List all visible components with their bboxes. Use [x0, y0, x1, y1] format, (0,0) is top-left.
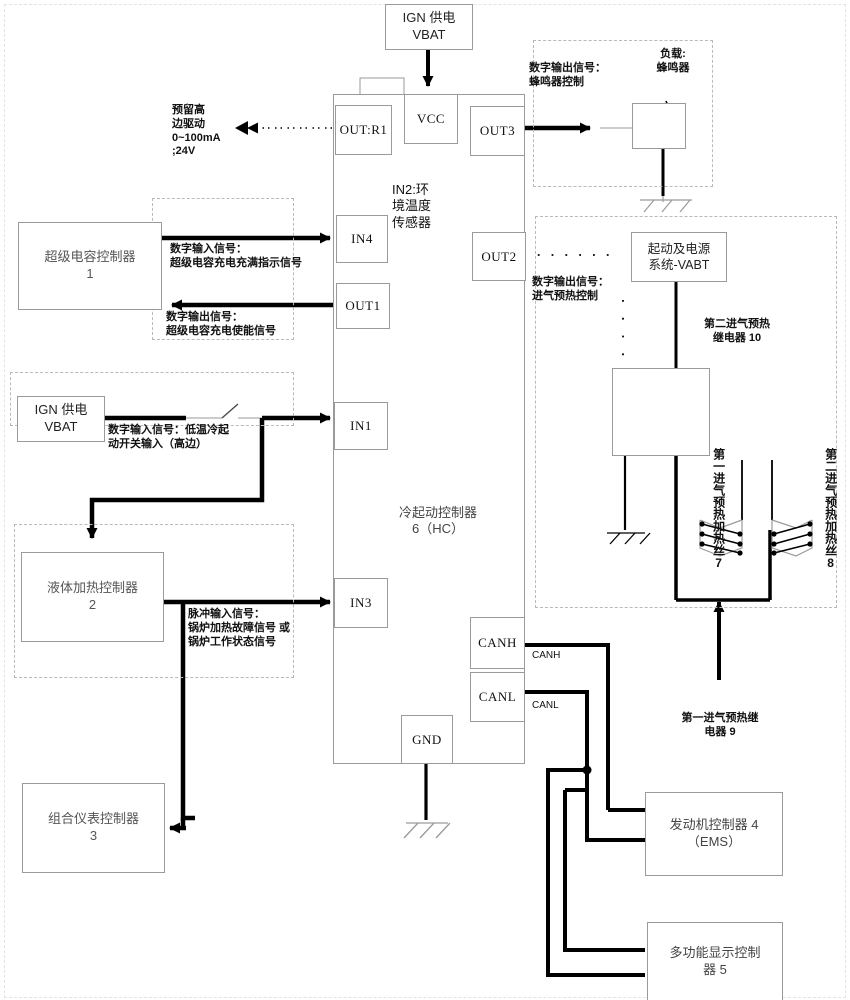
port-in1[interactable]: IN1 [334, 402, 388, 450]
ambient-temp-sensor-note: IN2:环 境温度 传感器 [392, 182, 432, 230]
port-canh[interactable]: CANH [470, 617, 525, 669]
label-buzzer-signal: 数字输出信号： 蜂鸣器控制 [529, 62, 606, 88]
port-out-r1[interactable]: OUT:R1 [335, 105, 392, 155]
label-preheat-output-signal: 数字输出信号： 进气预热控制 [532, 276, 609, 302]
block-ign-top[interactable]: IGN 供电 VBAT [385, 4, 473, 50]
block-cluster-controller[interactable]: 组合仪表控制器 3 [22, 783, 165, 873]
label-boiler-pulse-signal: 脉冲输入信号： 锅炉加热故障信号 或 锅炉工作状态信号 [188, 608, 291, 648]
label-canl-wire: CANL [532, 700, 559, 711]
port-in4[interactable]: IN4 [336, 215, 388, 263]
port-out2[interactable]: OUT2 [472, 232, 526, 281]
port-out1[interactable]: OUT1 [336, 283, 390, 329]
controller-title: 冷起动控制器 6（HC） [398, 505, 477, 537]
label-relay-10: 第二进气预热 继电器 10 [704, 318, 770, 344]
label-heater-7: 第一进气预热加热丝7 [711, 448, 726, 570]
diagram-canvas: OUT:R1 VCC OUT3 IN4 OUT1 OUT2 IN1 IN3 CA… [0, 0, 850, 1000]
block-liquid-heater-controller[interactable]: 液体加热控制器 2 [21, 552, 164, 642]
port-gnd[interactable]: GND [401, 715, 453, 764]
label-supercap-input-signal: 数字输入信号： 超级电容充电充满指示信号 [170, 243, 302, 269]
label-heater-8: 第二进气预热加热丝8 [823, 448, 838, 570]
block-ign-left[interactable]: IGN 供电 VBAT [17, 396, 105, 442]
label-supercap-output-signal: 数字输出信号： 超级电容充电使能信号 [166, 311, 276, 337]
block-multifunction-display[interactable]: 多功能显示控制 器 5 [647, 922, 783, 1000]
label-cold-start-switch: 数字输入信号：低温冷起 动开关输入（高边） [108, 424, 229, 450]
label-reserved-drive: 预留高 边驱动 0~100mA ;24V [172, 104, 221, 158]
port-out3[interactable]: OUT3 [470, 106, 525, 156]
block-supercap-controller[interactable]: 超级电容控制器 1 [18, 222, 162, 310]
relay-outline-box [612, 368, 710, 456]
label-relay-9: 第一进气预热继 电器 9 [681, 712, 759, 738]
label-buzzer-load: 负载: 蜂鸣器 [656, 48, 690, 74]
port-canl[interactable]: CANL [470, 672, 525, 722]
label-canh-wire: CANH [532, 650, 561, 661]
block-start-power-system[interactable]: 起动及电源 系统-VABT [631, 232, 727, 282]
buzzer-load-box[interactable] [632, 103, 686, 149]
port-vcc[interactable]: VCC [404, 94, 458, 144]
block-engine-ecu[interactable]: 发动机控制器 4 （EMS） [645, 792, 783, 876]
